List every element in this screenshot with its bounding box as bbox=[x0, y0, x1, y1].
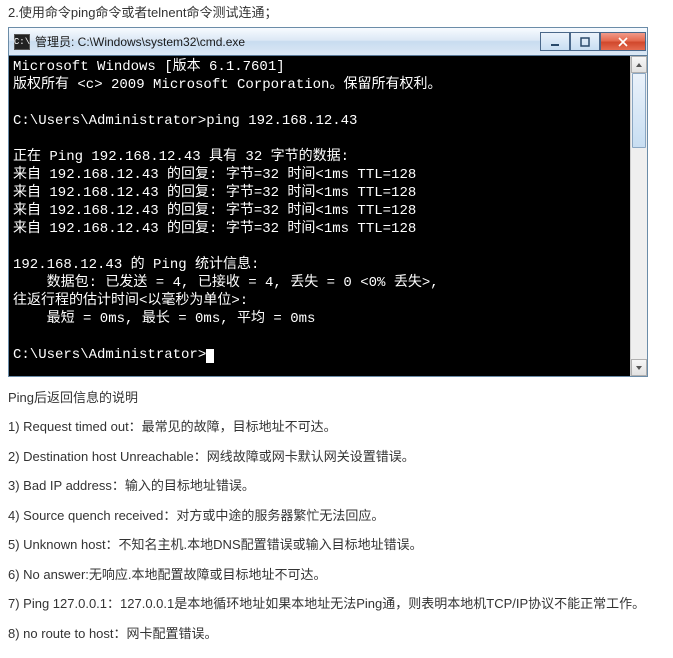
step-header: 2.使用命令ping命令或者telnent命令测试连通； bbox=[0, 0, 673, 27]
scroll-down-button[interactable] bbox=[631, 359, 647, 376]
console-line: 正在 Ping 192.168.12.43 具有 32 字节的数据: bbox=[13, 148, 643, 166]
explanation-title: Ping后返回信息的说明 bbox=[0, 377, 673, 412]
explanation-item: 2) Destination host Unreachable：网线故障或网卡默… bbox=[8, 442, 665, 472]
minimize-icon bbox=[550, 37, 560, 47]
console-line: 来自 192.168.12.43 的回复: 字节=32 时间<1ms TTL=1… bbox=[13, 166, 643, 184]
console-output[interactable]: Microsoft Windows [版本 6.1.7601]版权所有 <c> … bbox=[9, 56, 647, 376]
console-line: 来自 192.168.12.43 的回复: 字节=32 时间<1ms TTL=1… bbox=[13, 220, 643, 238]
console-line: 来自 192.168.12.43 的回复: 字节=32 时间<1ms TTL=1… bbox=[13, 202, 643, 220]
maximize-button[interactable] bbox=[570, 32, 600, 51]
scroll-up-button[interactable] bbox=[631, 56, 647, 73]
console-line bbox=[13, 94, 643, 112]
cursor bbox=[206, 349, 214, 363]
scroll-track[interactable] bbox=[631, 73, 647, 359]
explanation-item: 8) no route to host：网卡配置错误。 bbox=[8, 619, 665, 649]
chevron-down-icon bbox=[635, 365, 643, 371]
explanation-item: 1) Request timed out：最常见的故障，目标地址不可达。 bbox=[8, 412, 665, 442]
explanation-item: 5) Unknown host：不知名主机.本地DNS配置错误或输入目标地址错误… bbox=[8, 530, 665, 560]
console-line: C:\Users\Administrator> bbox=[13, 346, 643, 364]
window-title: 管理员: C:\Windows\system32\cmd.exe bbox=[35, 33, 540, 50]
app-icon: C:\ bbox=[14, 34, 30, 50]
cmd-window: C:\ 管理员: C:\Windows\system32\cmd.exe Mic… bbox=[8, 27, 648, 377]
explanation-item: 3) Bad IP address：输入的目标地址错误。 bbox=[8, 471, 665, 501]
titlebar[interactable]: C:\ 管理员: C:\Windows\system32\cmd.exe bbox=[9, 28, 647, 56]
window-buttons bbox=[540, 32, 646, 51]
minimize-button[interactable] bbox=[540, 32, 570, 51]
console-line: 往返行程的估计时间<以毫秒为单位>: bbox=[13, 292, 643, 310]
scroll-thumb[interactable] bbox=[632, 73, 646, 148]
console-line: 来自 192.168.12.43 的回复: 字节=32 时间<1ms TTL=1… bbox=[13, 184, 643, 202]
console-line: Microsoft Windows [版本 6.1.7601] bbox=[13, 58, 643, 76]
console-line bbox=[13, 328, 643, 346]
console-line: 数据包: 已发送 = 4, 已接收 = 4, 丢失 = 0 <0% 丢失>, bbox=[13, 274, 643, 292]
explanation-item: 4) Source quench received：对方或中途的服务器繁忙无法回… bbox=[8, 501, 665, 531]
console-line: 最短 = 0ms, 最长 = 0ms, 平均 = 0ms bbox=[13, 310, 643, 328]
explanation-item: 6) No answer:无响应.本地配置故障或目标地址不可达。 bbox=[8, 560, 665, 590]
console-line bbox=[13, 130, 643, 148]
close-icon bbox=[617, 37, 629, 47]
console-line: 192.168.12.43 的 Ping 统计信息: bbox=[13, 256, 643, 274]
maximize-icon bbox=[580, 37, 590, 47]
console-line bbox=[13, 238, 643, 256]
close-button[interactable] bbox=[600, 32, 646, 51]
console-line: 版权所有 <c> 2009 Microsoft Corporation。保留所有… bbox=[13, 76, 643, 94]
explanation-list: 1) Request timed out：最常见的故障，目标地址不可达。2) D… bbox=[0, 412, 673, 658]
explanation-item: 7) Ping 127.0.0.1：127.0.0.1是本地循环地址如果本地址无… bbox=[8, 589, 665, 619]
vertical-scrollbar[interactable] bbox=[630, 56, 647, 376]
console-line: C:\Users\Administrator>ping 192.168.12.4… bbox=[13, 112, 643, 130]
chevron-up-icon bbox=[635, 62, 643, 68]
